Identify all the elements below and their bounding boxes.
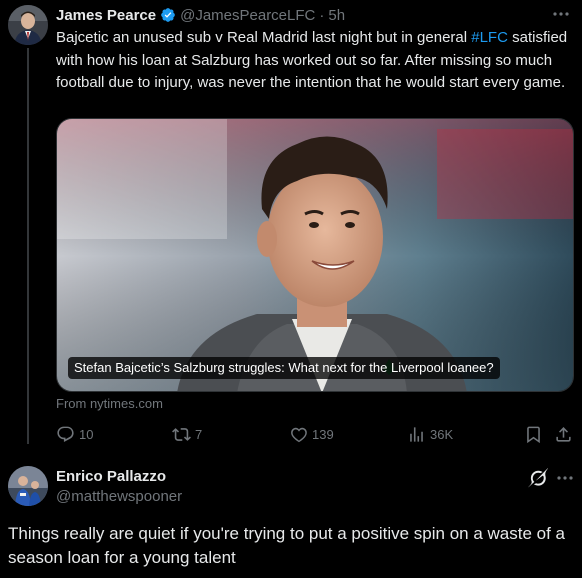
- timestamp[interactable]: 5h: [328, 7, 345, 24]
- share-button[interactable]: [554, 424, 577, 444]
- user-handle[interactable]: @JamesPearceLFC: [180, 7, 315, 24]
- separator-dot: ·: [319, 6, 325, 24]
- more-options-icon[interactable]: [550, 4, 572, 24]
- user-handle[interactable]: @matthewspooner: [56, 488, 182, 505]
- tweet-james-pearce[interactable]: James Pearce @JamesPearceLFC · 5h Bajcet…: [0, 0, 582, 460]
- analytics-icon: [410, 426, 423, 442]
- link-preview-card[interactable]: Stefan Bajcetic’s Salzburg struggles: Wh…: [56, 118, 574, 392]
- tweet-text: Things really are quiet if you're trying…: [8, 524, 565, 567]
- avatar[interactable]: [8, 5, 48, 45]
- card-title[interactable]: Stefan Bajcetic’s Salzburg struggles: Wh…: [68, 357, 500, 379]
- verified-badge-icon: [160, 7, 176, 23]
- reply-icon: [57, 426, 74, 442]
- views-button[interactable]: 36K: [407, 424, 453, 444]
- bookmark-button[interactable]: [524, 424, 547, 444]
- reply-count: 10: [79, 426, 94, 442]
- repost-button[interactable]: 7: [172, 424, 202, 444]
- display-name[interactable]: James Pearce: [56, 7, 156, 24]
- tweet-text-part-1: Bajcetic an unused sub v Real Madrid las…: [56, 29, 472, 46]
- view-count: 36K: [430, 426, 454, 442]
- reply-button[interactable]: 10: [56, 424, 93, 444]
- avatar[interactable]: [8, 466, 48, 506]
- repost-icon: [172, 427, 191, 441]
- card-source[interactable]: From nytimes.com: [56, 396, 163, 411]
- share-icon: [556, 426, 571, 442]
- like-button[interactable]: 139: [289, 424, 334, 444]
- display-name[interactable]: Enrico Pallazzo: [56, 468, 166, 485]
- tweet-action-bar: 10 7 139 36K: [56, 424, 576, 444]
- hashtag-link[interactable]: #LFC: [471, 29, 508, 46]
- tweet-header: James Pearce @JamesPearceLFC · 5h: [56, 5, 542, 25]
- tweet-enrico-pallazzo[interactable]: Enrico Pallazzo @matthewspooner Things r…: [0, 460, 582, 578]
- repost-count: 7: [195, 426, 203, 442]
- grok-icon[interactable]: [528, 468, 548, 488]
- more-options-icon[interactable]: [554, 468, 576, 488]
- tweet-text: Bajcetic an unused sub v Real Madrid las…: [56, 27, 574, 95]
- like-count: 139: [312, 426, 334, 442]
- bookmark-icon: [527, 426, 540, 443]
- heart-icon: [291, 427, 307, 442]
- article-photo: [57, 119, 573, 391]
